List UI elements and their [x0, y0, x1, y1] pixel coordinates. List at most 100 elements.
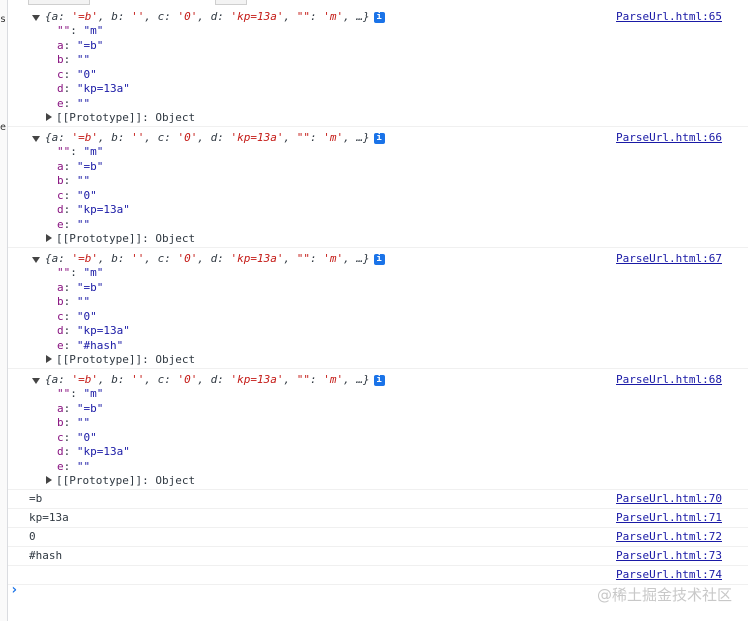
preview-token: '': [131, 131, 145, 144]
console-object-message: {a: '=b', b: '', c: '0', d: 'kp=13a', ""…: [8, 6, 748, 127]
property-row: d: "kp=13a": [57, 445, 130, 458]
expand-arrow-icon[interactable]: [46, 234, 52, 242]
property-value: "m": [83, 387, 104, 400]
expand-triangle-icon[interactable]: [32, 378, 40, 384]
console-log-message: 0 ParseUrl.html:72: [8, 528, 748, 547]
property-key: c: [57, 188, 64, 202]
preview-token: ,: [283, 252, 297, 265]
property-key: b: [57, 416, 64, 429]
preview-token: '=b': [71, 373, 99, 386]
property-row: e: "#hash": [57, 338, 124, 352]
property-row: "": "m": [57, 387, 104, 400]
preview-token: '': [131, 373, 145, 386]
expand-arrow-icon[interactable]: [46, 355, 52, 363]
source-link[interactable]: ParseUrl.html:67: [616, 252, 722, 265]
property-value: "=b": [76, 280, 104, 294]
object-preview[interactable]: {a: '=b', b: '', c: '0', d: 'kp=13a', ""…: [45, 373, 385, 387]
source-link[interactable]: ParseUrl.html:70: [616, 492, 722, 505]
object-preview[interactable]: {a: '=b', b: '', c: '0', d: 'kp=13a', ""…: [45, 252, 385, 266]
preview-token: '=b': [71, 252, 99, 265]
property-key: b: [57, 295, 64, 308]
property-value: "kp=13a": [76, 324, 130, 337]
preview-token: , b:: [98, 252, 132, 265]
property-key: a: [57, 401, 64, 415]
property-key: c: [57, 430, 64, 444]
expand-triangle-icon[interactable]: [32, 136, 40, 142]
preview-token: '=b': [71, 10, 99, 23]
preview-token: 'kp=13a': [230, 373, 284, 386]
property-key: c: [57, 67, 64, 81]
info-icon[interactable]: i: [373, 133, 385, 144]
console-log-message: =b ParseUrl.html:70: [8, 490, 748, 509]
property-row: b: "": [57, 53, 91, 66]
console-object-message: {a: '=b', b: '', c: '0', d: 'kp=13a', ""…: [8, 248, 748, 369]
property-value: "m": [83, 266, 104, 279]
console-log-message: ParseUrl.html:74: [8, 566, 748, 585]
property-row: c: "0": [57, 188, 97, 202]
console-object-message: {a: '=b', b: '', c: '0', d: 'kp=13a', ""…: [8, 369, 748, 490]
preview-token: , c:: [144, 252, 178, 265]
preview-token: "": [296, 131, 310, 144]
preview-token: 'm': [323, 373, 344, 386]
source-link[interactable]: ParseUrl.html:68: [616, 373, 722, 386]
preview-token: {a:: [45, 252, 72, 265]
property-row: e: "": [57, 96, 91, 110]
preview-token: 'kp=13a': [230, 252, 284, 265]
source-link[interactable]: ParseUrl.html:65: [616, 10, 722, 23]
preview-token: '0': [177, 10, 198, 23]
preview-token: :: [309, 252, 324, 265]
prototype-row[interactable]: [[Prototype]]: Object: [56, 474, 195, 488]
property-value: "": [76, 174, 91, 187]
info-icon[interactable]: i: [373, 12, 385, 23]
property-row: d: "kp=13a": [57, 203, 130, 216]
prototype-row[interactable]: [[Prototype]]: Object: [56, 232, 195, 246]
console-prompt[interactable]: ›: [10, 582, 18, 598]
property-value: "kp=13a": [76, 82, 130, 95]
info-icon[interactable]: i: [373, 375, 385, 386]
property-value: "": [76, 217, 91, 231]
property-row: a: "=b": [57, 401, 104, 415]
property-value: "m": [83, 24, 104, 37]
property-row: e: "": [57, 459, 91, 473]
property-value: "": [76, 459, 91, 473]
prototype-row[interactable]: [[Prototype]]: Object: [56, 353, 195, 367]
object-preview[interactable]: {a: '=b', b: '', c: '0', d: 'kp=13a', ""…: [45, 10, 385, 24]
property-key: "": [57, 145, 71, 158]
property-row: "": "m": [57, 145, 104, 158]
preview-token: {a:: [45, 10, 72, 23]
expand-arrow-icon[interactable]: [46, 113, 52, 121]
preview-token: ,: [283, 373, 297, 386]
object-preview[interactable]: {a: '=b', b: '', c: '0', d: 'kp=13a', ""…: [45, 131, 385, 145]
property-value: "0": [76, 430, 97, 444]
expand-triangle-icon[interactable]: [32, 15, 40, 21]
expand-triangle-icon[interactable]: [32, 257, 40, 263]
source-link[interactable]: ParseUrl.html:73: [616, 549, 722, 562]
property-key: "": [57, 266, 71, 279]
property-row: b: "": [57, 416, 91, 429]
toolbar-fragment: [215, 0, 247, 5]
property-key: a: [57, 280, 64, 294]
property-key: e: [57, 338, 64, 352]
preview-token: , …}: [343, 131, 370, 144]
property-row: c: "0": [57, 67, 97, 81]
left-panel-edge: s e: [0, 0, 8, 621]
property-value: "": [76, 416, 91, 429]
property-row: d: "kp=13a": [57, 82, 130, 95]
source-link[interactable]: ParseUrl.html:74: [616, 568, 722, 581]
property-value: "=b": [76, 401, 104, 415]
property-key: "": [57, 387, 71, 400]
log-text: kp=13a: [29, 511, 69, 524]
info-icon[interactable]: i: [373, 254, 385, 265]
source-link[interactable]: ParseUrl.html:71: [616, 511, 722, 524]
preview-token: '0': [177, 373, 198, 386]
property-row: a: "=b": [57, 280, 104, 294]
expand-arrow-icon[interactable]: [46, 476, 52, 484]
console-messages: {a: '=b', b: '', c: '0', d: 'kp=13a', ""…: [8, 6, 748, 585]
preview-token: , b:: [98, 373, 132, 386]
prototype-row[interactable]: [[Prototype]]: Object: [56, 111, 195, 125]
preview-token: '0': [177, 252, 198, 265]
source-link[interactable]: ParseUrl.html:66: [616, 131, 722, 144]
property-value: "0": [76, 309, 97, 323]
source-link[interactable]: ParseUrl.html:72: [616, 530, 722, 543]
property-key: a: [57, 159, 64, 173]
